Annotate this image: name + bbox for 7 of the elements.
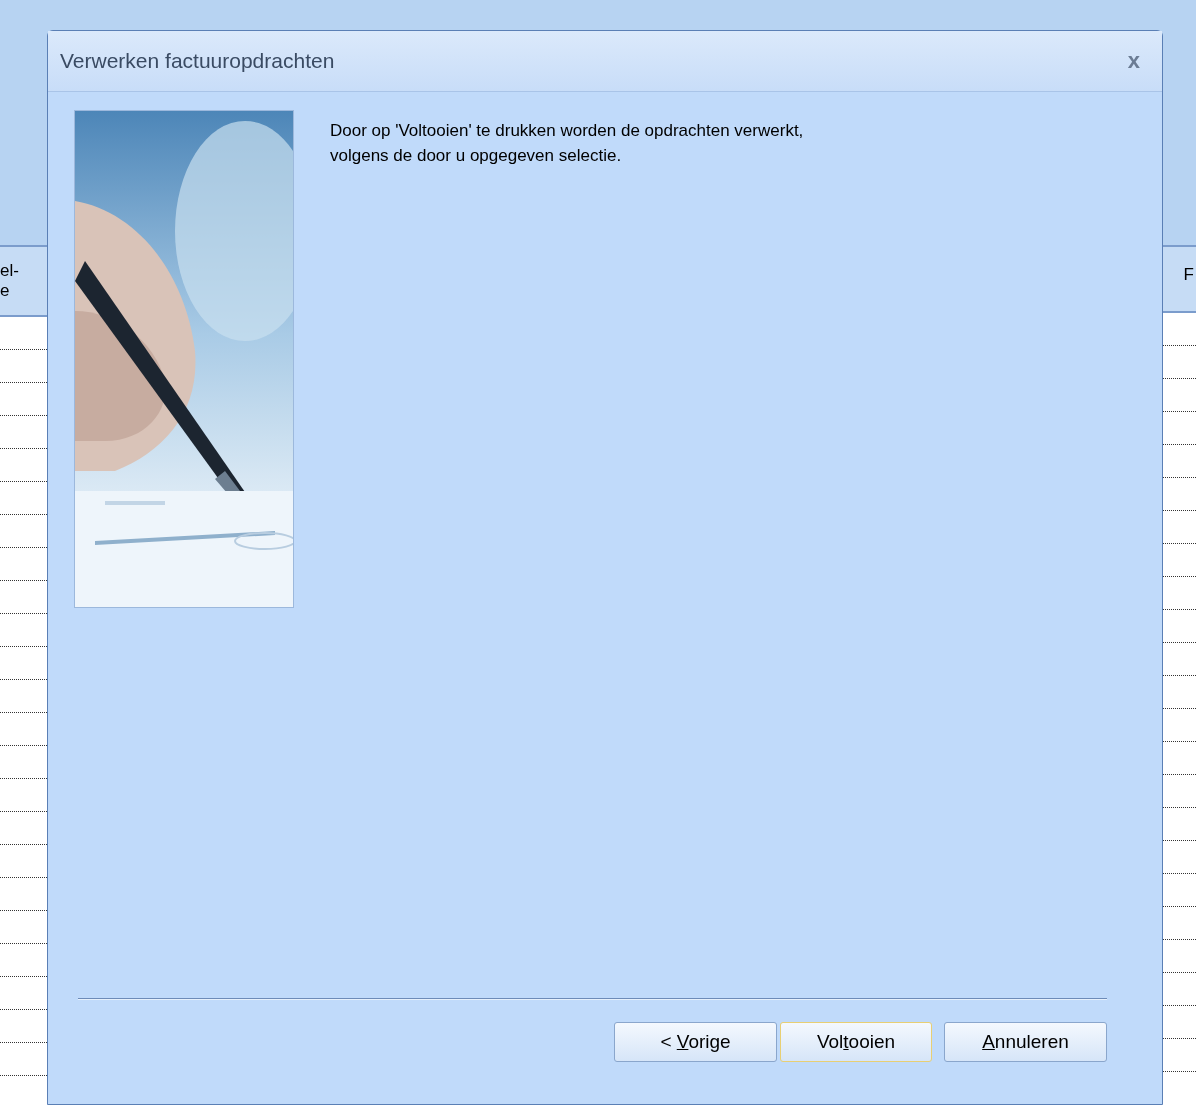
column-header: F [1163, 245, 1196, 313]
message-text: Door op 'Voltooien' te drukken worden de opdrachten verwerkt, volgens de door u opgegeven selectie. [330, 120, 805, 167]
window-title: Verwerken factuuropdrachten [60, 49, 335, 73]
dialog-button[interactable]: < Vorige [614, 1022, 777, 1062]
column-header: el- e [0, 245, 47, 317]
dialog-button[interactable]: Annuleren [944, 1022, 1107, 1062]
dialog-button[interactable]: Voltooien [780, 1022, 932, 1062]
